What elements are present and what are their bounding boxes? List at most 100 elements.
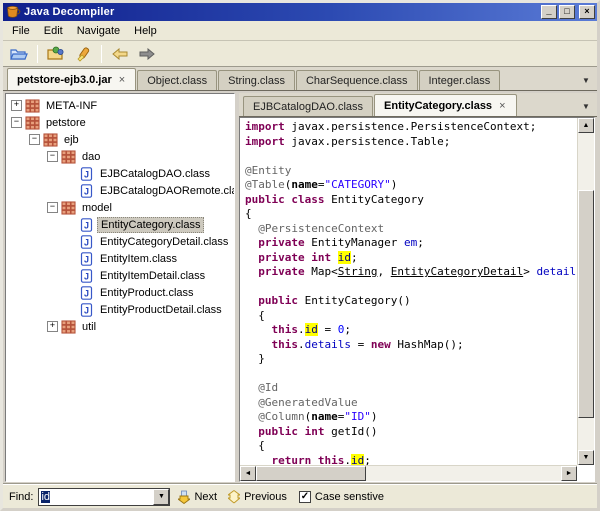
code-line: public class EntityCategory [245,193,577,208]
code-line: @GeneratedValue [245,396,577,411]
source-tab[interactable]: EJBCatalogDAO.class [243,96,373,116]
collapse-icon[interactable]: − [29,134,40,145]
tree-item-entityproductdetail-class[interactable]: JEntityProductDetail.class [6,301,234,318]
find-next-label: Next [194,491,217,503]
find-combobox[interactable]: id ▼ [38,488,170,506]
tree-item-label: META-INF [43,99,100,113]
code-line [245,280,577,295]
find-input-value: id [41,491,50,503]
back-button[interactable] [108,43,132,65]
tree-item-label: EntityItemDetail.class [97,269,208,283]
decompiled-source[interactable]: import javax.persistence.PersistenceCont… [240,118,577,465]
menu-edit[interactable]: Edit [37,22,70,40]
horizontal-scrollbar[interactable]: ◄ ► [240,465,577,481]
code-line: @Id [245,381,577,396]
type-link[interactable]: String [338,265,378,278]
minimize-icon: _ [546,8,551,17]
find-dropdown-button[interactable]: ▼ [153,489,169,505]
vertical-scroll-thumb[interactable] [578,190,594,418]
tab-close-icon[interactable]: × [118,75,126,86]
window-title: Java Decompiler [24,6,114,18]
code-line: private EntityManager em; [245,236,577,251]
code-viewer: import javax.persistence.PersistenceCont… [239,117,595,482]
svg-text:J: J [84,288,89,298]
find-next-button[interactable]: Next [175,488,220,506]
jar-tab[interactable]: petstore-ejb3.0.jar× [7,68,136,90]
menu-file[interactable]: File [5,22,37,40]
vertical-scrollbar[interactable]: ▲ ▼ [577,118,594,465]
package-icon [43,133,58,147]
jar-tabbar: petstore-ejb3.0.jar×Object.class String.c… [3,67,597,91]
tree-item-model[interactable]: − model [6,199,234,216]
source-tab-label: EJBCatalogDAO.class [253,101,363,113]
java-class-icon: J [79,235,94,249]
type-link[interactable]: EntityCategoryDetail [391,265,523,278]
find-previous-button[interactable]: Previous [225,488,290,506]
code-line: @Table(name="CATEGORY") [245,178,577,193]
menu-help[interactable]: Help [127,22,164,40]
tree-item-ejbcatalogdaoremote-class[interactable]: JEJBCatalogDAORemote.class [6,182,234,199]
code-line: return this.id; [245,454,577,466]
search-flashlight-icon [75,46,91,62]
find-label: Find: [9,491,33,503]
menu-bar: File Edit Navigate Help [3,21,597,41]
maximize-button[interactable]: □ [559,5,575,19]
minimize-button[interactable]: _ [541,5,557,19]
code-line: @Column(name="ID") [245,410,577,425]
tree-item-dao[interactable]: −dao [6,148,234,165]
case-sensitive-label[interactable]: Case senstive [315,491,384,503]
scroll-left-button[interactable]: ◄ [240,466,256,481]
jar-tab-label: String.class [228,75,285,87]
tree-item-label: model [79,201,115,215]
tree-item-ejb[interactable]: −ejb [6,131,234,148]
find-input[interactable]: id [39,491,153,503]
package-icon [25,116,40,130]
java-class-icon: J [79,269,94,283]
collapse-icon[interactable]: − [11,117,22,128]
forward-arrow-icon [139,48,155,60]
scroll-up-button[interactable]: ▲ [578,118,594,133]
case-sensitive-checkbox[interactable]: ✓ [299,491,311,503]
jar-tab[interactable]: String.class [218,70,295,90]
expand-icon[interactable]: + [11,100,22,111]
tab-close-icon[interactable]: × [498,101,506,112]
tree-item-entitycategory-class[interactable]: JEntityCategory.class [6,216,234,233]
close-icon: × [584,8,589,17]
back-arrow-icon [112,48,128,60]
tree-item-entityitem-class[interactable]: JEntityItem.class [6,250,234,267]
forward-button[interactable] [135,43,159,65]
save-all-sources-icon [47,46,65,61]
close-button[interactable]: × [579,5,595,19]
jar-tab-overflow-icon[interactable]: ▼ [579,76,593,85]
save-all-sources-button[interactable] [44,43,68,65]
horizontal-scroll-thumb[interactable] [256,466,366,481]
source-tab[interactable]: EntityCategory.class× [374,94,516,116]
source-tab-overflow-icon[interactable]: ▼ [579,102,593,111]
open-file-button[interactable] [7,43,31,65]
svg-text:J: J [84,271,89,281]
tree-item-util[interactable]: +util [6,318,234,335]
search-match-highlight: id [338,251,351,264]
scroll-right-button[interactable]: ► [561,466,577,481]
jar-tab[interactable]: Object.class [137,70,217,90]
menu-navigate[interactable]: Navigate [70,22,127,40]
tree-item-entityitemdetail-class[interactable]: J EntityItemDetail.class [6,267,234,284]
combo-arrow-icon: ▼ [158,493,165,500]
next-down-arrow-icon [178,490,190,504]
tree-item-entityproduct-class[interactable]: JEntityProduct.class [6,284,234,301]
tree-item-label: EntityProductDetail.class [97,303,225,317]
jar-tab[interactable]: Integer.class [419,70,501,90]
scroll-down-button[interactable]: ▼ [578,450,594,465]
tree-item-petstore[interactable]: −petstore [6,114,234,131]
tree-item-meta-inf[interactable]: + META-INF [6,97,234,114]
collapse-icon[interactable]: − [47,151,58,162]
code-line: { [245,309,577,324]
search-button[interactable] [71,43,95,65]
app-window: Java Decompiler _ □ × File Edit Navigate… [0,0,600,511]
jar-tab[interactable]: CharSequence.class [296,70,418,90]
expand-icon[interactable]: + [47,321,58,332]
source-tabbar: EJBCatalogDAO.class EntityCategory.class×… [239,93,597,117]
tree-item-ejbcatalogdao-class[interactable]: JEJBCatalogDAO.class [6,165,234,182]
collapse-icon[interactable]: − [47,202,58,213]
tree-item-entitycategorydetail-class[interactable]: JEntityCategoryDetail.class [6,233,234,250]
